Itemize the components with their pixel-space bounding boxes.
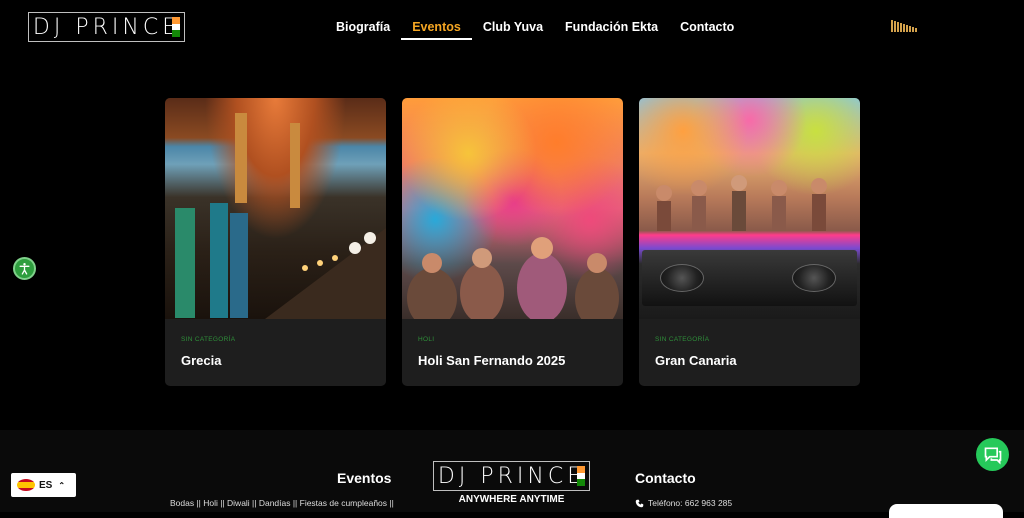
event-title[interactable]: Gran Canaria xyxy=(655,353,737,368)
event-image-grecia[interactable] xyxy=(165,98,386,319)
cookie-widget[interactable] xyxy=(889,504,1003,518)
nav-eventos[interactable]: Eventos xyxy=(401,14,472,40)
event-title[interactable]: Grecia xyxy=(181,353,221,368)
events-grid: Sin categoría Grecia Holi Holi San Ferna… xyxy=(165,98,860,386)
logo[interactable]: DJ PRINCE xyxy=(28,12,185,42)
main-nav: Biografía Eventos Club Yuva Fundación Ek… xyxy=(325,14,745,40)
event-category[interactable]: Sin categoría xyxy=(655,336,709,343)
phone-icon xyxy=(635,499,644,507)
footer-eventos-heading: Eventos xyxy=(337,470,392,486)
event-category[interactable]: Sin categoría xyxy=(181,336,235,343)
site-header: DJ PRINCE Biografía Eventos Club Yuva Fu… xyxy=(0,0,1024,56)
language-switcher[interactable]: ES ⌃ xyxy=(11,473,76,497)
event-card-holi[interactable]: Holi Holi San Fernando 2025 xyxy=(402,98,623,386)
chat-icon[interactable] xyxy=(976,438,1009,471)
footer-phone-text: Teléfono: 662 963 285 xyxy=(648,498,733,508)
event-card-grecia[interactable]: Sin categoría Grecia xyxy=(165,98,386,386)
nav-biografia[interactable]: Biografía xyxy=(325,14,401,40)
footer-logo-text: DJ PRINCE xyxy=(437,463,586,489)
event-image-gran-canaria[interactable] xyxy=(639,98,860,319)
footer-logo-flag xyxy=(577,466,585,487)
footer-logo[interactable]: DJ PRINCE xyxy=(433,461,590,491)
nav-contacto[interactable]: Contacto xyxy=(669,14,745,40)
event-image-holi[interactable] xyxy=(402,98,623,319)
footer-eventos-list: Bodas || Holi || Diwali || Dandías || Fi… xyxy=(170,498,394,508)
dj-controller xyxy=(642,250,857,306)
footer-phone[interactable]: Teléfono: 662 963 285 xyxy=(635,498,732,508)
accessibility-icon[interactable] xyxy=(13,257,36,280)
footer-contact-heading: Contacto xyxy=(635,470,696,486)
nav-club-yuva[interactable]: Club Yuva xyxy=(472,14,554,40)
logo-flag xyxy=(172,17,180,38)
logo-text: DJ PRINCE xyxy=(32,14,181,40)
footer-tagline: ANYWHERE ANYTIME xyxy=(458,494,565,505)
spain-flag-icon xyxy=(17,479,35,491)
event-category[interactable]: Holi xyxy=(418,336,434,343)
language-code: ES xyxy=(39,479,53,491)
nav-fundacion-ekta[interactable]: Fundación Ekta xyxy=(554,14,669,40)
audio-wave-icon[interactable] xyxy=(891,18,918,32)
event-title[interactable]: Holi San Fernando 2025 xyxy=(418,353,565,368)
event-card-gran-canaria[interactable]: Sin categoría Gran Canaria xyxy=(639,98,860,386)
chevron-up-icon: ⌃ xyxy=(58,480,66,490)
site-footer: Eventos Bodas || Holi || Diwali || Dandí… xyxy=(0,430,1024,512)
